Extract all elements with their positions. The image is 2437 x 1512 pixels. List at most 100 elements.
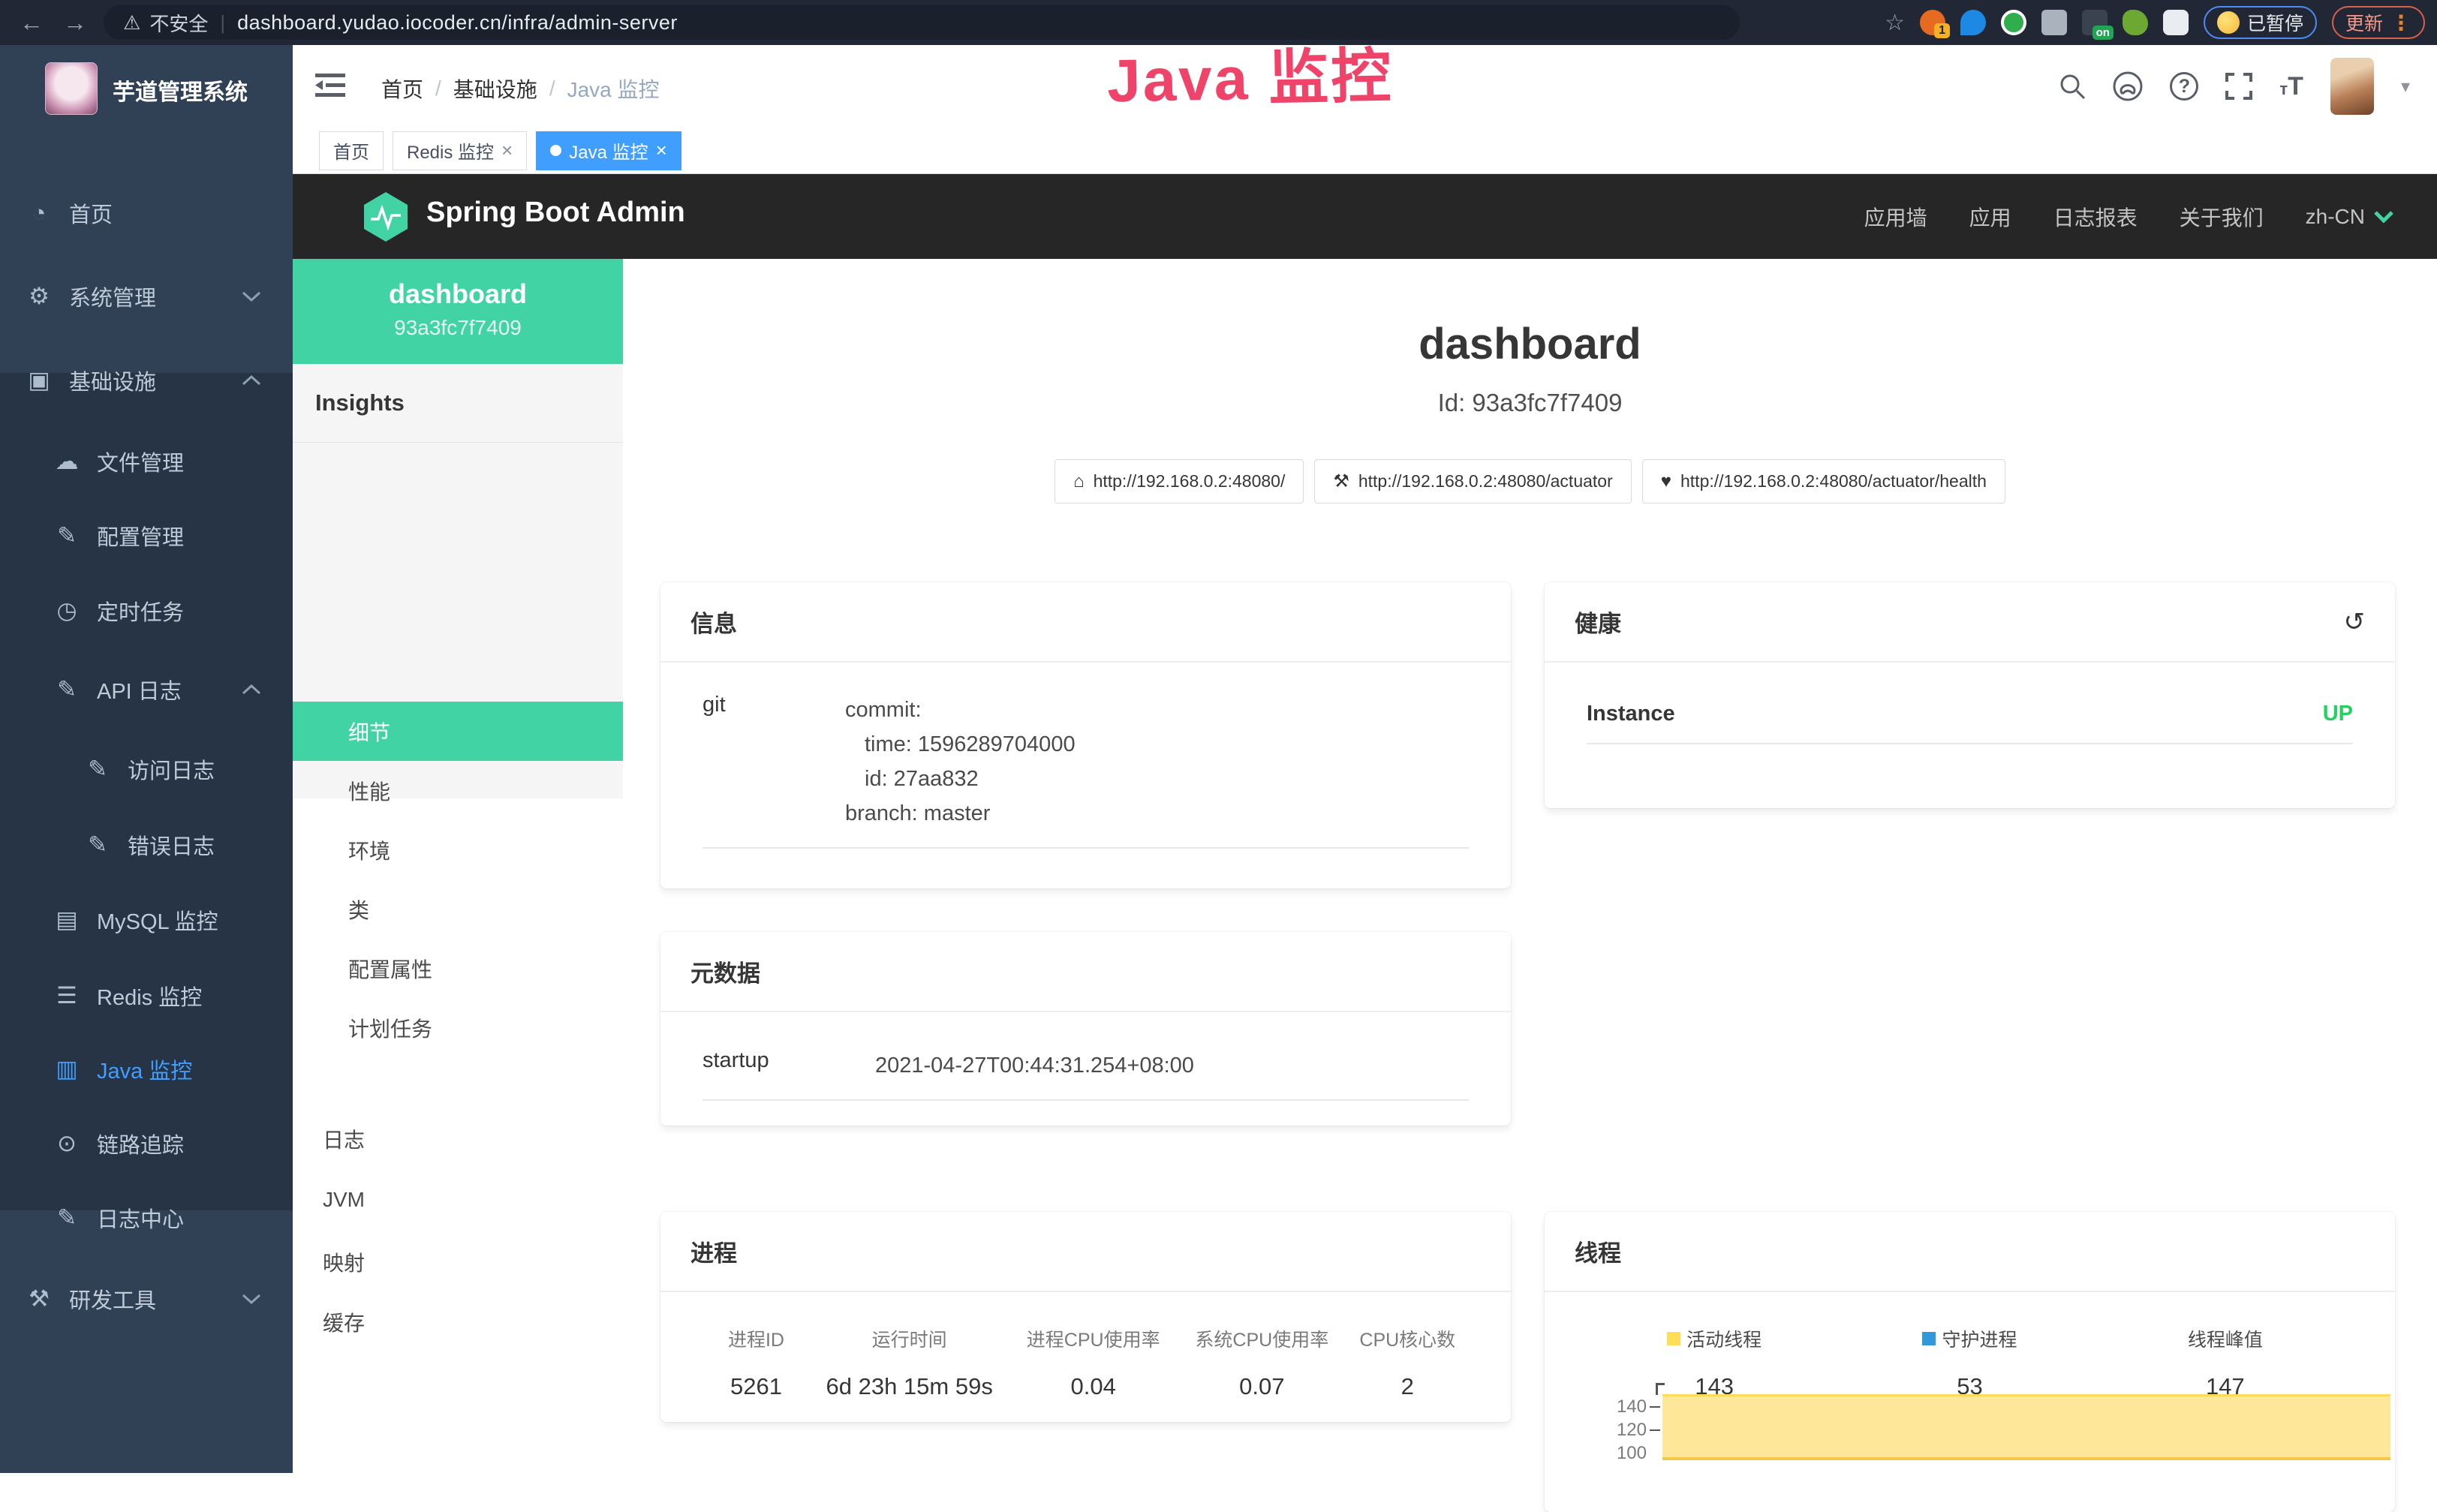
sba-item-environment[interactable]: 环境 <box>293 820 623 879</box>
wrench-icon: ⚒ <box>1333 470 1349 492</box>
sba-instance-header: dashboard 93a3fc7f7409 <box>293 259 623 364</box>
sba-brand-title[interactable]: Spring Boot Admin <box>426 197 685 229</box>
help-icon[interactable]: ? <box>2170 72 2198 101</box>
sidebar-item-config-management[interactable]: ✎ 配置管理 <box>0 498 293 573</box>
extension-orange-icon[interactable]: 1 <box>1920 10 1945 35</box>
extension-pin-icon[interactable] <box>1960 10 1986 35</box>
search-icon[interactable] <box>2059 73 2086 100</box>
chevron-down-icon <box>2374 210 2393 224</box>
mysql-monitor-icon: ▤ <box>50 906 83 933</box>
tab-java-monitor[interactable]: Java 监控 × <box>536 131 681 170</box>
tab-home[interactable]: 首页 <box>319 131 384 170</box>
legend-peak-threads: 线程峰值 <box>2188 1325 2263 1352</box>
sba-item-classes[interactable]: 类 <box>293 879 623 939</box>
actuator-url-button[interactable]: ⚒ http://192.168.0.2:48080/actuator <box>1314 459 1631 503</box>
service-url-button[interactable]: ⌂ http://192.168.0.2:48080/ <box>1055 459 1304 503</box>
instance-links: ⌂ http://192.168.0.2:48080/ ⚒ http://192… <box>623 459 2437 503</box>
sidebar-item-devtools[interactable]: ⚒ 研发工具 <box>0 1261 293 1336</box>
sba-item-logging[interactable]: 日志 <box>293 1109 623 1168</box>
user-menu-caret-icon[interactable]: ▾ <box>2401 76 2410 98</box>
process-val-sys-cpu: 0.07 <box>1178 1373 1346 1400</box>
sba-item-mappings[interactable]: 映射 <box>293 1232 623 1291</box>
sba-nav-wallboard[interactable]: 应用墙 <box>1864 202 1927 232</box>
extension-switch-icon[interactable]: on <box>2082 10 2108 35</box>
bookmark-star-icon[interactable]: ☆ <box>1885 10 1905 36</box>
profile-emoji-icon <box>2217 11 2240 34</box>
sidebar-item-system[interactable]: ⚙ 系统管理 <box>0 259 293 334</box>
close-icon[interactable]: × <box>656 139 667 162</box>
health-card-title: 健康 <box>1575 605 1621 639</box>
sba-locale-select[interactable]: zh-CN <box>2306 205 2393 229</box>
update-label: 更新 <box>2345 9 2383 36</box>
browser-back-icon[interactable]: ← <box>20 9 44 37</box>
health-card: 健康 ↺ Instance UP <box>1545 582 2395 808</box>
health-url-button[interactable]: ♥ http://192.168.0.2:48080/actuator/heal… <box>1642 459 2005 503</box>
browser-forward-icon[interactable]: → <box>63 9 87 37</box>
sidebar-item-home[interactable]: ◔ 首页 <box>0 176 293 251</box>
health-instance-row[interactable]: Instance UP <box>1587 702 2353 726</box>
sba-header: Spring Boot Admin 应用墙 应用 日志报表 关于我们 zh-CN <box>293 174 2437 259</box>
sidebar-item-mysql-monitor[interactable]: ▤ MySQL 监控 <box>0 882 293 957</box>
extension-grid-icon[interactable] <box>2041 10 2067 35</box>
github-icon[interactable] <box>2113 71 2143 101</box>
security-label: 不安全 <box>149 9 208 37</box>
user-avatar[interactable] <box>2330 58 2374 115</box>
font-size-icon[interactable]: тT <box>2279 72 2303 101</box>
health-history-icon[interactable]: ↺ <box>2344 607 2366 637</box>
daemon-threads-value: 53 <box>1842 1373 2097 1400</box>
process-col-proc-cpu: 进程CPU使用率 <box>1009 1325 1178 1352</box>
sba-nav-journal[interactable]: 日志报表 <box>2053 202 2138 232</box>
peak-threads-value: 147 <box>2098 1373 2353 1400</box>
breadcrumb: 首页 / 基础设施 / Java 监控 <box>381 74 660 104</box>
fullscreen-icon[interactable] <box>2225 73 2252 100</box>
sba-item-caches[interactable]: 缓存 <box>293 1292 623 1351</box>
sidebar-collapse-icon[interactable] <box>315 72 345 99</box>
sba-nav-about[interactable]: 关于我们 <box>2180 202 2264 232</box>
process-table: 进程ID 运行时间 进程CPU使用率 系统CPU使用率 CPU核心数 5261 … <box>703 1325 1469 1400</box>
legend-active-threads: 活动线程 <box>1686 1325 1762 1352</box>
sidebar-item-api-log[interactable]: ✎ API 日志 <box>0 652 293 727</box>
sidebar-item-tracing[interactable]: ⊙ 链路追踪 <box>0 1106 293 1181</box>
process-card: 进程 进程ID 运行时间 进程CPU使用率 系统CPU使用率 CPU核心数 52… <box>660 1212 1511 1422</box>
sidebar-item-infrastructure[interactable]: ▣ 基础设施 <box>0 343 293 418</box>
metadata-startup-row: startup 2021-04-27T00:44:31.254+08:00 <box>703 1048 1469 1083</box>
breadcrumb-infrastructure[interactable]: 基础设施 <box>453 74 537 104</box>
health-status-badge: UP <box>2323 702 2353 726</box>
sba-item-details[interactable]: 细节 <box>293 702 623 761</box>
info-card: 信息 git commit: time: 1596289704000 id: 2… <box>660 582 1511 888</box>
process-col-sys-cpu: 系统CPU使用率 <box>1178 1325 1346 1352</box>
trace-eye-icon: ⊙ <box>50 1130 83 1157</box>
extensions-puzzle-icon[interactable] <box>2163 10 2189 35</box>
sba-nav-applications[interactable]: 应用 <box>1969 202 2011 232</box>
url-divider: | <box>220 11 225 35</box>
extension-y-icon[interactable] <box>2001 10 2026 35</box>
profile-paused-badge[interactable]: 已暂停 <box>2204 6 2317 39</box>
sidebar-item-access-log[interactable]: ✎ 访问日志 <box>0 732 293 807</box>
sba-item-config-props[interactable]: 配置属性 <box>293 939 623 998</box>
process-val-pid: 5261 <box>703 1373 810 1400</box>
breadcrumb-home[interactable]: 首页 <box>381 74 423 104</box>
sidebar-item-file-management[interactable]: ☁ 文件管理 <box>0 424 293 499</box>
sba-item-jvm[interactable]: JVM <box>293 1170 623 1229</box>
sidebar-item-error-log[interactable]: ✎ 错误日志 <box>0 807 293 882</box>
active-threads-value: 143 <box>1587 1373 1842 1400</box>
browser-update-button[interactable]: 更新 ⋮ <box>2332 6 2425 39</box>
close-icon[interactable]: × <box>501 139 513 162</box>
extension-leaf-icon[interactable] <box>2123 10 2148 35</box>
sidebar-item-scheduled-jobs[interactable]: ◷ 定时任务 <box>0 573 293 648</box>
sidebar-item-log-center[interactable]: ✎ 日志中心 <box>0 1180 293 1255</box>
sidebar-item-java-monitor[interactable]: ▥ Java 监控 <box>0 1032 293 1107</box>
address-bar[interactable]: ⚠ 不安全 | dashboard.yudao.iocoder.cn/infra… <box>104 5 1740 40</box>
extension-badge: 1 <box>1934 23 1950 38</box>
sidebar-item-redis-monitor[interactable]: ☰ Redis 监控 <box>0 958 293 1033</box>
tab-redis-monitor[interactable]: Redis 监控 × <box>393 131 527 170</box>
url-text: dashboard.yudao.iocoder.cn/infra/admin-s… <box>237 11 678 35</box>
chevron-down-icon <box>242 1293 261 1305</box>
browser-menu-icon[interactable]: ⋮ <box>2390 11 2411 35</box>
extension-on-badge: on <box>2093 26 2114 40</box>
metadata-card: 元数据 startup 2021-04-27T00:44:31.254+08:0… <box>660 932 1511 1126</box>
sba-item-metrics[interactable]: 性能 <box>293 761 623 820</box>
tags-view-bar: 首页 Redis 监控 × Java 监控 × <box>293 128 2437 174</box>
sba-item-scheduled-tasks[interactable]: 计划任务 <box>293 998 623 1057</box>
instance-id: 93a3fc7f7409 <box>293 316 623 340</box>
